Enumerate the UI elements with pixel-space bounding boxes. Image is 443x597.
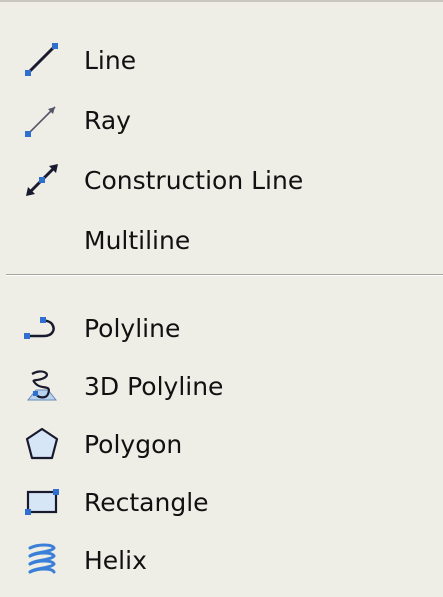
construction-line-icon [14,152,70,208]
3d-polyline-icon [14,358,70,414]
menu-item-label: Polyline [84,313,181,343]
menu-item-label: Rectangle [84,487,209,517]
polyline-icon [14,300,70,356]
menu-item-polyline[interactable]: Polyline [0,300,443,356]
ray-icon [14,92,70,148]
menu-item-label: 3D Polyline [84,371,224,401]
menu-item-construction-line[interactable]: Construction Line [0,152,443,208]
menu-separator [6,274,443,276]
menu-item-label: Polygon [84,429,183,459]
menu-item-label: Construction Line [84,165,304,195]
menu-item-label: Line [84,45,137,75]
menu-item-multiline[interactable]: Multiline [0,212,443,268]
line-icon [14,32,70,88]
menu-item-helix[interactable]: Helix [0,532,443,588]
polygon-icon [14,416,70,472]
menu-item-line[interactable]: Line [0,32,443,88]
menu-item-rectangle[interactable]: Rectangle [0,474,443,530]
rectangle-icon [14,474,70,530]
menu-item-ray[interactable]: Ray [0,92,443,148]
draw-menu: Line Ray Construction Line Multiline Pol… [0,0,443,597]
menu-item-label: Multiline [84,225,191,255]
menu-item-label: Ray [84,105,131,135]
helix-icon [14,532,70,588]
menu-item-3d-polyline[interactable]: 3D Polyline [0,358,443,414]
menu-item-polygon[interactable]: Polygon [0,416,443,472]
menu-item-label: Helix [84,545,147,575]
